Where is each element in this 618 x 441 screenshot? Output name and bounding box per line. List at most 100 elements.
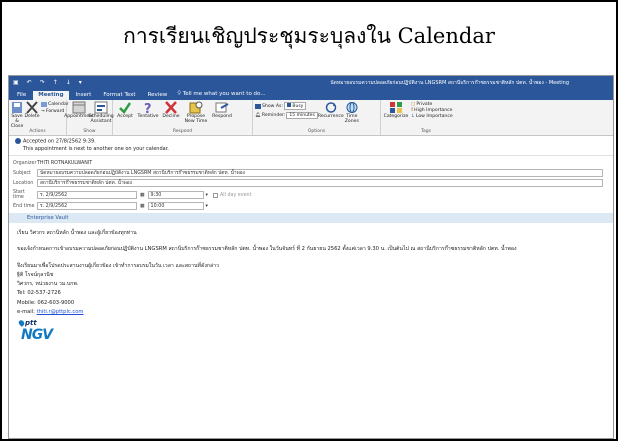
scheduling-assistant-button[interactable]: Scheduling Assistant [88, 101, 114, 125]
save-icon[interactable]: ▣ [13, 79, 19, 86]
subject-input[interactable]: นัดหมายอบรมความปลอดภัยก่อนปฏิบัติงาน LNG… [37, 169, 603, 177]
propose-time-icon [189, 101, 203, 114]
start-time-row: Start time ร. 2/9/2562 ▦ 9:30 ▾ All day … [9, 190, 613, 200]
options-small: Show As: Busy 🔔︎ Reminder: 15 minutes [255, 101, 318, 119]
subject-row: Subject นัดหมายอบรมความปลอดภัยก่อนปฏิบัต… [9, 168, 613, 178]
group-label-tags: Tags [421, 129, 431, 134]
conflict-note: This appointment is next to another one … [23, 146, 169, 152]
customize-icon[interactable]: ▾ [79, 79, 82, 86]
save-close-icon [12, 102, 22, 113]
info-bar: Accepted on 27/8/2562 9:39. This appoint… [9, 136, 613, 156]
group-label-options: Options [307, 129, 326, 134]
logo-ngv-text: NGV [21, 327, 53, 344]
info-icon [15, 138, 21, 144]
tell-me-text: Tell me what you want to do... [182, 91, 266, 97]
accepted-text: Accepted on 27/8/2562 9:39. [23, 138, 96, 145]
categorize-button[interactable]: Categorize [383, 101, 409, 120]
delete-button[interactable]: Delete [24, 101, 40, 120]
end-time-row: End time ร. 2/9/2562 ▦ 10:00 ▾ [9, 201, 613, 211]
busy-color-icon [286, 103, 291, 107]
tags-small: ▢ Private ! High Importance ↓ Low Importanc… [411, 101, 453, 119]
checkmark-icon [119, 102, 132, 114]
group-label-respond: Respond [172, 129, 193, 134]
undo-icon[interactable]: ↶ [27, 79, 32, 86]
bell-icon: 🔔︎ [255, 113, 261, 118]
save-close-button[interactable]: Save & Close [11, 101, 23, 129]
forward-icon: → [41, 109, 45, 114]
enterprise-vault-bar[interactable]: Enterprise Vault [9, 213, 613, 223]
end-time-label: End time [13, 203, 35, 209]
propose-new-time-button[interactable]: Propose New Time [183, 101, 209, 125]
respond-icon [215, 102, 229, 113]
ptt-ngv-logo: ptt NGV [17, 319, 57, 343]
tab-review[interactable]: Review [143, 91, 173, 100]
decline-button[interactable]: Decline [161, 101, 181, 120]
up-arrow-icon[interactable]: ↑ [53, 79, 58, 86]
tell-me-box[interactable]: 💡︎ Tell me what you want to do... [174, 90, 270, 100]
show-as-control[interactable]: Show As: Busy [255, 102, 318, 110]
group-respond: Accept ? Tentative Decline Propose New T… [113, 100, 253, 135]
outlook-meeting-window: ▣ ↶ ↷ ↑ ↓ ▾ นัดหมายอบรมความปลอดภัยก่อนปฏ… [8, 75, 614, 439]
email-link[interactable]: thiti.r@pttplc.com [37, 309, 84, 315]
window-title: นัดหมายอบรมความปลอดภัยก่อนปฏิบัติงาน LNG… [330, 79, 569, 86]
all-day-checkbox[interactable] [212, 192, 218, 198]
time-zones-button[interactable]: Time Zones [344, 101, 360, 125]
exclamation-icon: ! [411, 108, 414, 113]
recurrence-button[interactable]: Recurrence [318, 101, 344, 120]
calendar-picker-icon[interactable]: ▦ [140, 193, 145, 198]
actions-small: Calendar → Forward [41, 101, 69, 114]
show-as-select[interactable]: Busy [283, 102, 307, 110]
group-actions: Save & Close Delete Calendar → Forward Ac… [9, 100, 69, 135]
chevron-down-icon[interactable]: ▾ [206, 193, 208, 198]
title-bar: ▣ ↶ ↷ ↑ ↓ ▾ นัดหมายอบรมความปลอดภัยก่อนปฏ… [9, 76, 613, 89]
respond-button[interactable]: Respond [211, 101, 233, 120]
start-time-input[interactable]: 9:30 [147, 191, 204, 199]
group-label-show: Show [83, 129, 96, 134]
svg-text:?: ? [144, 102, 152, 114]
tentative-button[interactable]: ? Tentative [137, 101, 159, 120]
categorize-icon [390, 102, 402, 113]
location-input[interactable]: สถานีบริการก๊าซธรรมชาติหลัก ปตท. น้ำพอง [37, 179, 603, 187]
down-arrow-icon[interactable]: ↓ [66, 79, 71, 86]
message-body[interactable]: เรียน วิศวกร สถานีหลัก น้ำพอง และผู้เกี่… [9, 223, 613, 350]
end-time-input[interactable]: 10:00 [147, 202, 204, 210]
reminder-control[interactable]: 🔔︎ Reminder: 15 minutes [255, 112, 318, 119]
chevron-down-icon[interactable]: ▾ [206, 204, 208, 209]
redo-icon[interactable]: ↷ [40, 79, 45, 86]
body-line-1: ขอแจ้งกำหนดการเข้าอบรมความปลอดภัยก่อนปฏิ… [17, 246, 517, 253]
reminder-select[interactable]: 15 minutes [286, 112, 318, 119]
high-importance-button[interactable]: ! High Importance [411, 108, 453, 113]
tab-insert[interactable]: Insert [71, 91, 97, 100]
body-greeting: เรียน วิศวกร สถานีหลัก น้ำพอง และผู้เกี่… [17, 230, 137, 236]
group-show: Appointment Scheduling Assistant Show [64, 100, 114, 135]
accept-button[interactable]: Accept [115, 101, 135, 120]
private-button[interactable]: ▢ Private [411, 102, 453, 107]
show-as-icon [255, 103, 261, 109]
calendar-icon [41, 102, 47, 107]
group-label-actions: Actions [29, 129, 46, 134]
start-time-label: Start time [13, 190, 25, 200]
ribbon-tabs: File Meeting Insert Format Text Review 💡… [9, 89, 613, 100]
signature-mobile: Mobile: 062-603-9000 [17, 299, 75, 306]
ribbon: Save & Close Delete Calendar → Forward Ac… [9, 100, 613, 136]
tab-meeting[interactable]: Meeting [33, 91, 69, 100]
group-tags: Categorize ▢ Private ! High Importance ↓ Lo… [381, 100, 471, 135]
calendar-button[interactable]: Calendar [41, 102, 69, 107]
quick-access-toolbar: ▣ ↶ ↷ ↑ ↓ ▾ [13, 79, 82, 86]
slide-title: การเรียนเชิญประชุมระบุลงใน Calendar [123, 24, 495, 48]
location-label: Location [13, 180, 34, 186]
organizer-row: Organizer THITI ROTNAKULWANIT [9, 158, 613, 168]
down-arrow-icon: ↓ [411, 114, 415, 119]
tab-file[interactable]: File [12, 91, 31, 100]
globe-icon [346, 102, 358, 113]
start-date-input[interactable]: ร. 2/9/2562 [37, 191, 137, 199]
lightbulb-icon: 💡︎ [177, 91, 182, 97]
calendar-picker-icon[interactable]: ▦ [140, 204, 145, 209]
tab-format-text[interactable]: Format Text [98, 91, 140, 100]
end-date-input[interactable]: ร. 2/9/2562 [37, 202, 137, 210]
recurrence-icon [325, 102, 337, 113]
low-importance-button[interactable]: ↓ Low Importance [411, 114, 453, 119]
slide-frame: การเรียนเชิญประชุมระบุลงใน Calendar ▣ ↶ … [0, 0, 618, 441]
signature-email: e-mail: thiti.r@pttplc.com [17, 308, 84, 315]
appointment-button[interactable]: Appointment [64, 101, 94, 120]
